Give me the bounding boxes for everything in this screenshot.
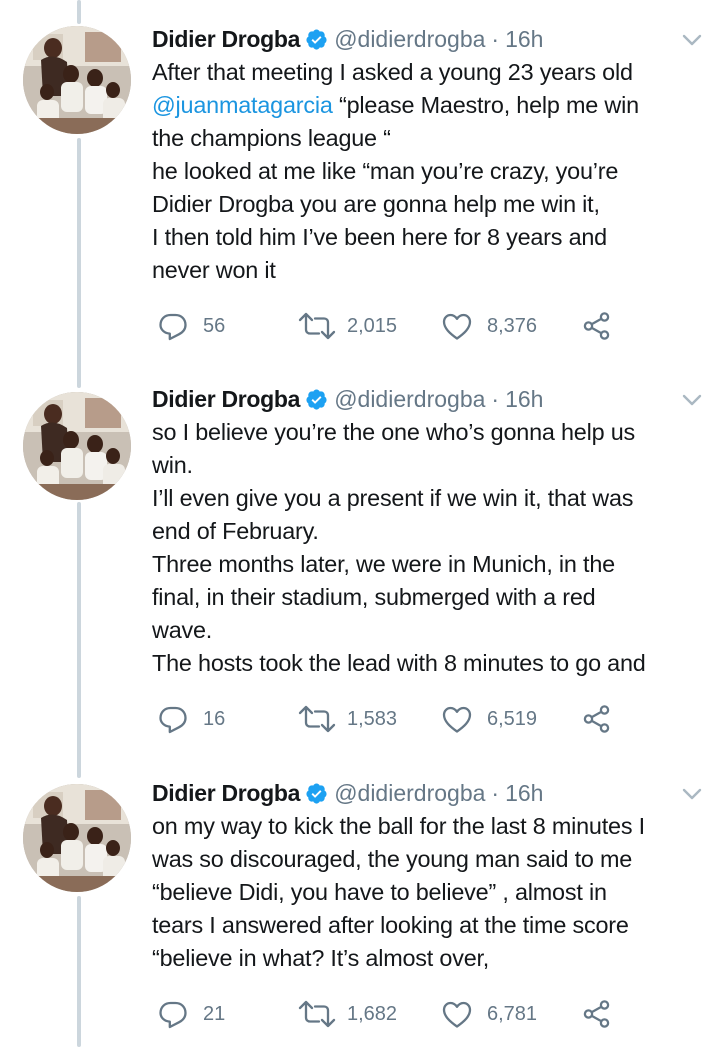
retweet-button[interactable]: 2,015 — [297, 310, 397, 342]
tweet-line: After that meeting I asked a young 23 ye… — [152, 59, 633, 85]
tweet-line: tears I answered after looking at the ti… — [152, 912, 629, 938]
tweet-line: win. — [152, 452, 193, 478]
like-count: 6,781 — [487, 1002, 538, 1025]
reply-icon — [157, 703, 189, 735]
retweet-count: 1,682 — [347, 1002, 398, 1025]
tweet-header: Didier Drogba @didierdrogba · 16h — [152, 382, 708, 416]
like-icon — [441, 703, 473, 735]
reply-count: 21 — [203, 1002, 226, 1025]
author-handle[interactable]: @didierdrogba — [334, 386, 485, 413]
tweet-text: on my way to kick the ball for the last … — [152, 810, 708, 975]
retweet-icon — [297, 998, 337, 1030]
tweet-line: I’ll even give you a present if we win i… — [152, 485, 634, 511]
tweet-line: on my way to kick the ball for the last … — [152, 813, 645, 839]
retweet-icon — [297, 703, 337, 735]
reply-button[interactable]: 16 — [157, 703, 225, 735]
separator: · — [491, 385, 500, 412]
tweet-header: Didier Drogba @didierdrogba · 16h — [152, 776, 708, 810]
tweet-text: After that meeting I asked a young 23 ye… — [152, 56, 708, 287]
tweet-line: I then told him I’ve been here for 8 yea… — [152, 224, 607, 250]
retweet-button[interactable]: 1,583 — [297, 703, 397, 735]
tweet[interactable]: Didier Drogba @didierdrogba · 16h on my … — [0, 764, 720, 1047]
verified-badge-icon — [305, 782, 328, 805]
tweet-line: he looked at me like “man you’re crazy, … — [152, 158, 619, 184]
author-name[interactable]: Didier Drogba — [152, 26, 300, 53]
tweet-line: was so discouraged, the young man said t… — [152, 846, 633, 872]
tweet-line: The hosts took the lead with 8 minutes t… — [152, 650, 646, 676]
reply-count: 56 — [203, 314, 226, 337]
tweet[interactable]: Didier Drogba @didierdrogba · 16h so I b… — [0, 380, 720, 764]
share-icon — [581, 703, 613, 735]
retweet-icon — [297, 310, 337, 342]
like-icon — [441, 998, 473, 1030]
tweet-line: wave. — [152, 617, 213, 643]
tweet-line: never won it — [152, 257, 276, 283]
tweet-line: @juanmatagarcia “please Maestro, help me… — [152, 92, 639, 118]
like-button[interactable]: 6,519 — [441, 703, 537, 735]
mention-link[interactable]: @juanmatagarcia — [152, 92, 333, 118]
tweet-line: Three months later, we were in Munich, i… — [152, 551, 615, 577]
avatar[interactable] — [23, 26, 131, 134]
author-handle[interactable]: @didierdrogba — [334, 780, 485, 807]
reply-icon — [157, 998, 189, 1030]
share-button[interactable] — [581, 703, 613, 735]
author-name[interactable]: Didier Drogba — [152, 386, 300, 413]
share-icon — [581, 998, 613, 1030]
tweet-header: Didier Drogba @didierdrogba · 16h — [152, 22, 708, 56]
tweet-line: end of February. — [152, 518, 319, 544]
timestamp[interactable]: 16h — [505, 386, 543, 413]
reply-button[interactable]: 21 — [157, 998, 225, 1030]
timestamp[interactable]: 16h — [505, 780, 543, 807]
like-count: 8,376 — [487, 314, 538, 337]
avatar[interactable] — [23, 784, 131, 892]
verified-badge-icon — [305, 388, 328, 411]
share-button[interactable] — [581, 310, 613, 342]
reply-icon — [157, 310, 189, 342]
tweet-line: final, in their stadium, submerged with … — [152, 584, 596, 610]
chevron-down-icon[interactable] — [680, 782, 704, 806]
share-icon — [581, 310, 613, 342]
like-button[interactable]: 8,376 — [441, 310, 537, 342]
avatar[interactable] — [23, 392, 131, 500]
tweet-line: “believe in what? It’s almost over, — [152, 945, 490, 971]
tweet-text: so I believe you’re the one who’s gonna … — [152, 416, 708, 680]
like-button[interactable]: 6,781 — [441, 998, 537, 1030]
retweet-button[interactable]: 1,682 — [297, 998, 397, 1030]
tweet-line: “believe Didi, you have to believe” , al… — [152, 879, 607, 905]
timestamp[interactable]: 16h — [505, 26, 543, 53]
reply-count: 16 — [203, 707, 226, 730]
share-button[interactable] — [581, 998, 613, 1030]
tweet-line: the champions league “ — [152, 125, 391, 151]
retweet-count: 2,015 — [347, 314, 398, 337]
like-count: 6,519 — [487, 707, 538, 730]
chevron-down-icon[interactable] — [680, 388, 704, 412]
separator: · — [491, 779, 500, 806]
reply-button[interactable]: 56 — [157, 310, 225, 342]
tweet[interactable]: Didier Drogba @didierdrogba · 16h After … — [0, 0, 720, 380]
tweet-line: so I believe you’re the one who’s gonna … — [152, 419, 636, 445]
chevron-down-icon[interactable] — [680, 28, 704, 52]
author-handle[interactable]: @didierdrogba — [334, 26, 485, 53]
verified-badge-icon — [305, 28, 328, 51]
author-name[interactable]: Didier Drogba — [152, 780, 300, 807]
retweet-count: 1,583 — [347, 707, 398, 730]
separator: · — [491, 25, 500, 52]
tweet-line: Didier Drogba you are gonna help me win … — [152, 191, 600, 217]
like-icon — [441, 310, 473, 342]
